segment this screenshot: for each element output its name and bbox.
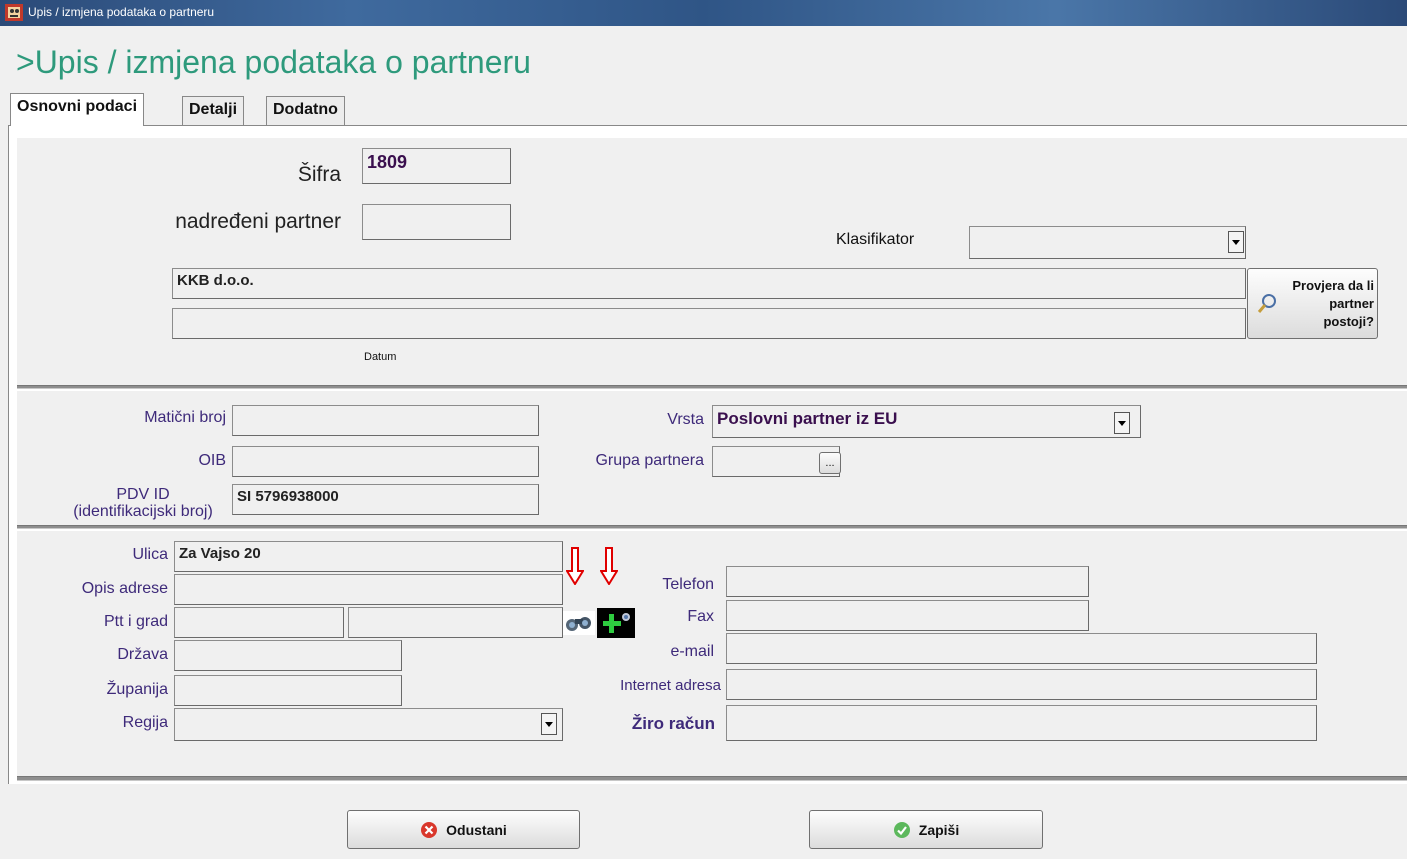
tab-detalji[interactable]: Detalji [182, 96, 245, 125]
window-titlebar: Upis / izmjena podataka o partneru [0, 0, 1407, 26]
drzava-label: Država [117, 646, 168, 663]
opis-adrese-label: Opis adrese [81, 580, 168, 597]
partner-name-field[interactable]: KKB d.o.o. [172, 268, 1246, 299]
ulica-label: Ulica [132, 546, 168, 563]
cancel-icon [421, 821, 438, 838]
telefon-label: Telefon [662, 576, 714, 593]
regija-select[interactable] [174, 708, 563, 741]
email-field[interactable] [726, 633, 1317, 664]
vrsta-label: Vrsta [667, 411, 704, 428]
maticni-broj-label: Matični broj [144, 409, 226, 426]
maticni-broj-field[interactable] [232, 405, 539, 436]
pdv-id-field[interactable]: SI 5796938000 [232, 484, 539, 515]
check-partner-label: Provjera da li partner postoji? [1292, 277, 1374, 329]
parent-partner-field[interactable] [362, 204, 511, 240]
tab-dodatno[interactable]: Dodatno [266, 96, 345, 125]
cancel-label: Odustani [446, 821, 507, 838]
grad-field[interactable] [348, 607, 563, 638]
opis-adrese-field[interactable] [174, 574, 563, 605]
save-label: Zapiši [918, 821, 960, 838]
klasifikator-label: Klasifikator [836, 231, 915, 248]
grupa-partnera-label: Grupa partnera [595, 452, 704, 469]
klasifikator-select[interactable] [969, 226, 1246, 259]
sifra-label: Šifra [297, 163, 341, 186]
ptt-grad-label: Ptt i grad [103, 613, 168, 630]
zupanija-field[interactable] [174, 675, 402, 706]
oib-label: OIB [198, 452, 226, 469]
drzava-field[interactable] [174, 640, 402, 671]
klasifikator-dropdown-button[interactable] [1228, 231, 1244, 253]
cancel-button[interactable]: Odustani [347, 810, 580, 849]
fax-label: Fax [687, 608, 714, 625]
email-label: e-mail [670, 643, 714, 660]
separator [17, 776, 1407, 781]
window-title: Upis / izmjena podataka o partneru [28, 5, 215, 19]
ulica-field[interactable]: Za Vajso 20 [174, 541, 563, 572]
ziro-racun-label: Žiro račun [631, 714, 715, 733]
internet-adresa-field[interactable] [726, 669, 1317, 700]
check-partner-button[interactable]: Provjera da li partner postoji? [1247, 268, 1378, 339]
vrsta-value: Poslovni partner iz EU [717, 409, 898, 428]
partner-name2-field[interactable] [172, 308, 1246, 339]
fax-field[interactable] [726, 600, 1089, 631]
chevron-down-icon [545, 721, 553, 727]
ziro-racun-field[interactable] [726, 705, 1317, 741]
page-title: >Upis / izmjena podataka o partneru [16, 44, 531, 80]
regija-label: Regija [122, 714, 168, 731]
sifra-field[interactable]: 1809 [362, 148, 511, 184]
oib-field[interactable] [232, 446, 539, 477]
ptt-field[interactable] [174, 607, 344, 638]
app-icon [5, 4, 23, 21]
datum-label: Datum [364, 351, 397, 363]
grupa-partnera-browse-button[interactable]: ... [819, 452, 841, 474]
internet-adresa-label: Internet adresa [620, 677, 721, 694]
vrsta-dropdown-button[interactable] [1114, 412, 1130, 434]
save-button[interactable]: Zapiši [809, 810, 1043, 849]
regija-dropdown-button[interactable] [541, 713, 557, 735]
chevron-down-icon [1118, 420, 1126, 426]
pdv-id-label-line1: PDV ID [116, 486, 170, 503]
pdv-id-label-line2: (identifikacijski broj) [73, 503, 213, 520]
parent-partner-label: nadređeni partner [175, 210, 341, 233]
chevron-down-icon [1232, 239, 1240, 245]
zupanija-label: Županija [106, 681, 168, 698]
bottom-bar [0, 790, 1407, 859]
telefon-field[interactable] [726, 566, 1089, 597]
check-icon [893, 821, 910, 838]
pdv-id-label: PDV ID (identifikacijski broj) [60, 486, 226, 520]
tab-osnovni-podaci[interactable]: Osnovni podaci [10, 93, 145, 126]
separator [17, 385, 1407, 389]
separator [17, 525, 1407, 529]
magnifier-icon [1257, 293, 1276, 313]
vrsta-select[interactable]: Poslovni partner iz EU [712, 405, 1141, 438]
